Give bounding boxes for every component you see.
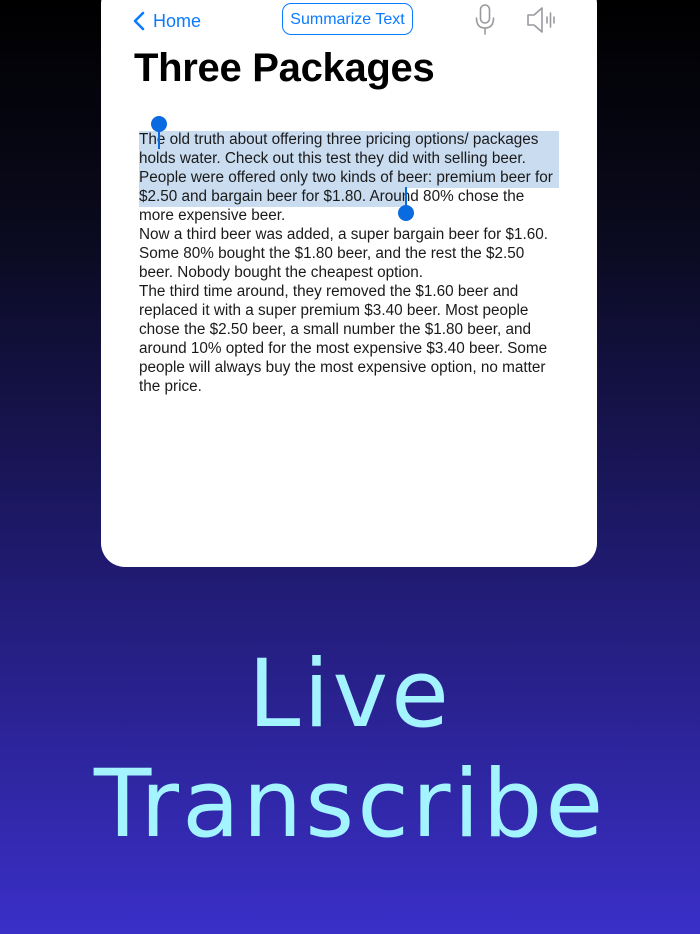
navigation-bar: Home Summarize Text: [101, 0, 597, 40]
promo-headline-line-2: Transcribe: [93, 750, 607, 859]
promo-headline-line-1: Live: [248, 640, 452, 749]
paragraph: Now a third beer was added, a super barg…: [139, 226, 549, 281]
document-title: Three Packages: [134, 46, 435, 90]
chevron-left-icon: [133, 11, 145, 31]
document-card: Home Summarize Text Three Packages The o…: [101, 0, 597, 567]
home-button[interactable]: Home: [133, 9, 201, 33]
selection-start-caret: [158, 128, 160, 149]
document-body[interactable]: The old truth about offering three prici…: [139, 130, 561, 396]
microphone-icon: [475, 4, 495, 35]
paragraph: The old truth about offering three prici…: [139, 131, 539, 167]
paragraph: The third time around, they removed the …: [139, 283, 548, 395]
selection-end-handle[interactable]: [398, 205, 414, 221]
microphone-button[interactable]: [474, 4, 496, 36]
speaker-waveform-icon: [527, 7, 555, 33]
paragraph: People were offered only two kinds of be…: [139, 169, 553, 224]
speaker-button[interactable]: [526, 6, 558, 34]
home-button-label: Home: [153, 10, 202, 31]
summarize-text-button[interactable]: Summarize Text: [282, 3, 413, 35]
